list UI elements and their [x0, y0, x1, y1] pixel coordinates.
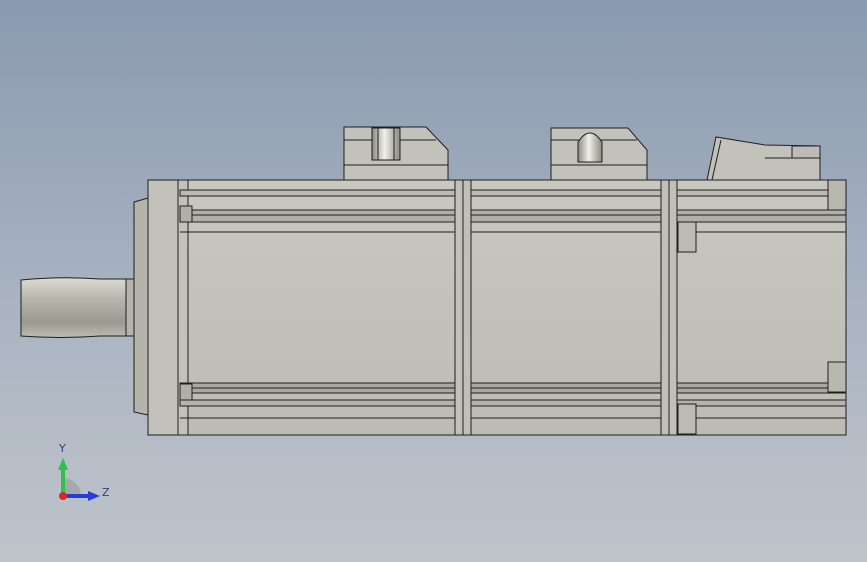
motor-body[interactable] [147, 179, 847, 436]
view-triad: Y Z [50, 440, 120, 510]
encoder-connector[interactable] [550, 127, 648, 181]
graphics-viewport[interactable]: Y Z [0, 0, 867, 562]
z-axis-label: Z [102, 486, 110, 499]
y-axis-label: Y [59, 442, 66, 455]
x-axis-dot [59, 492, 67, 500]
brake-connector[interactable] [706, 136, 821, 181]
shaft[interactable] [20, 277, 135, 338]
power-connector[interactable] [343, 126, 449, 181]
motor-model[interactable] [0, 0, 867, 562]
